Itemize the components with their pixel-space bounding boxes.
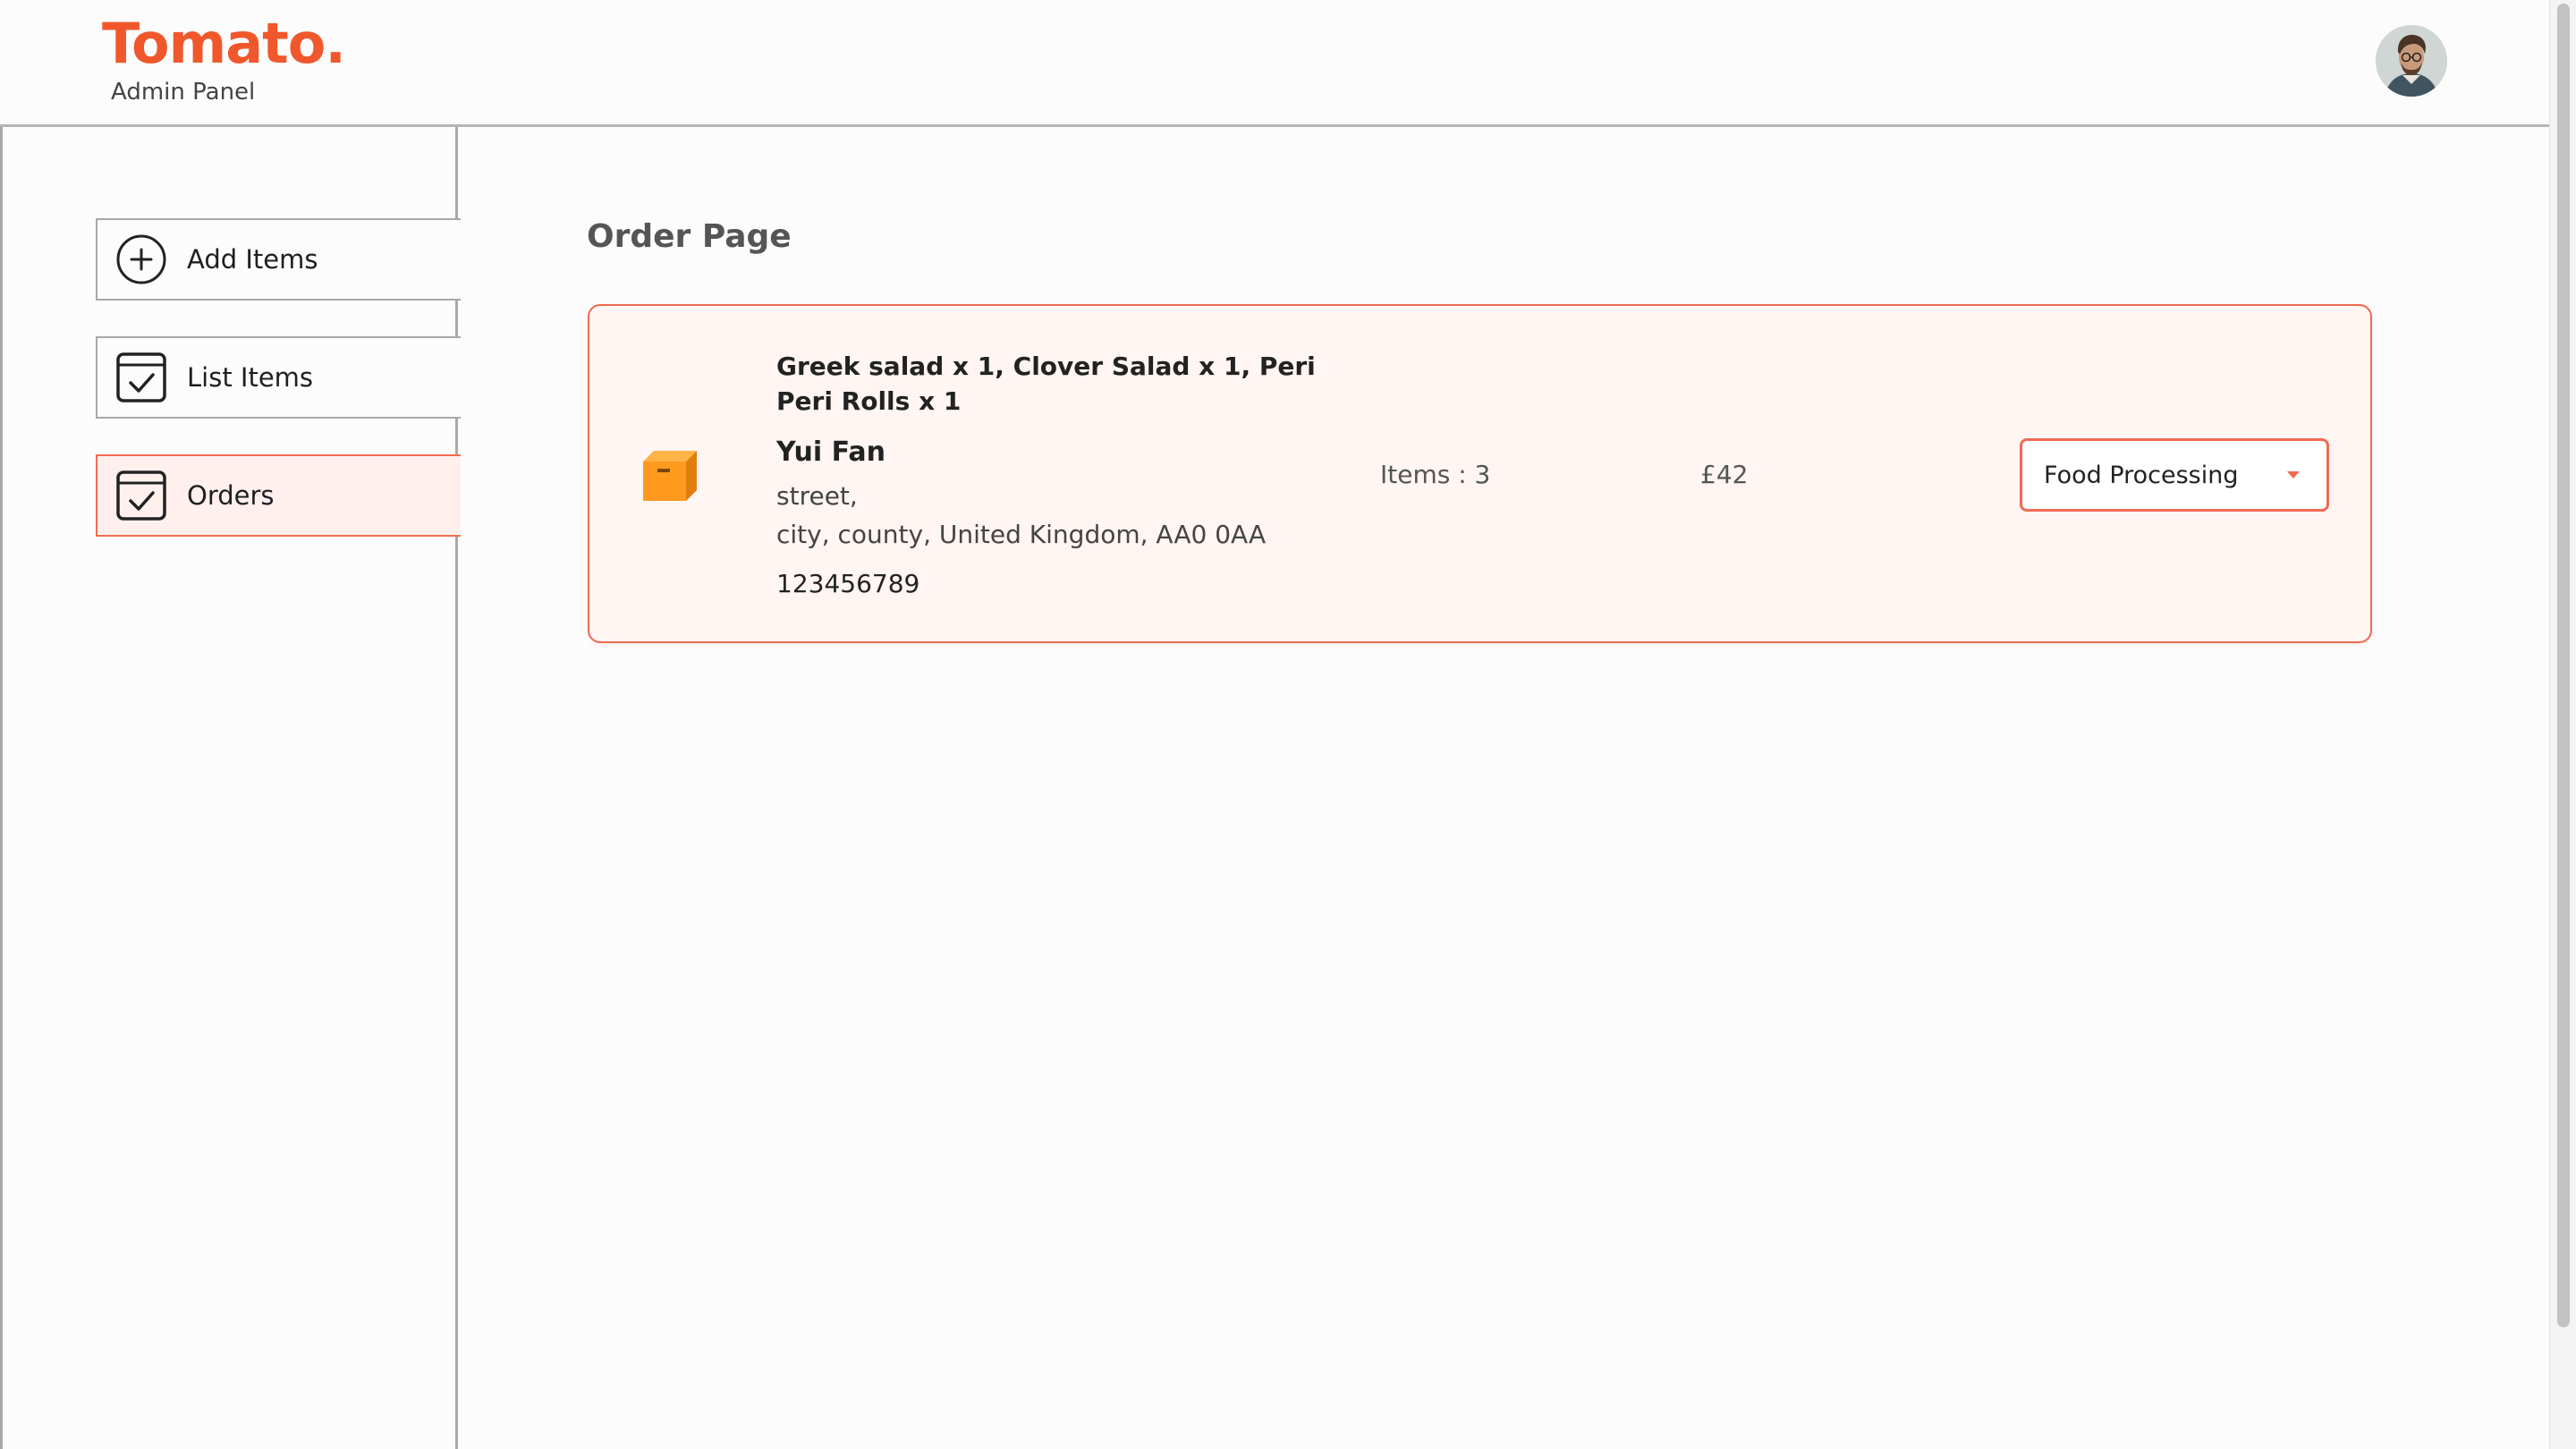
order-status-value: Food Processing: [2044, 461, 2239, 489]
items-count: Items : 3: [1380, 460, 1491, 489]
sidebar-item-list-items[interactable]: List Items: [96, 336, 461, 419]
sidebar-item-orders[interactable]: Orders: [96, 454, 461, 537]
address-line-1: street,: [776, 481, 858, 511]
customer-name: Yui Fan: [776, 436, 886, 468]
sidebar-item-label: List Items: [187, 362, 314, 393]
sidebar-item-label: Add Items: [187, 244, 318, 275]
logo[interactable]: Tomato.: [102, 16, 346, 72]
address-line-2: city, county, United Kingdom, AA0 0AA: [776, 520, 1267, 549]
checkbox-icon: [115, 470, 167, 521]
order-amount: £42: [1700, 460, 1749, 489]
sidebar-item-add-items[interactable]: Add Items: [96, 218, 461, 301]
parcel-icon: [640, 445, 699, 504]
sidebar: Add Items List Items Orders: [0, 127, 461, 1449]
customer-phone: 123456789: [776, 569, 920, 598]
plus-circle-icon: [115, 233, 167, 285]
vertical-scrollbar[interactable]: [2549, 0, 2576, 1449]
sidebar-item-label: Orders: [187, 480, 275, 511]
order-card: Greek salad x 1, Clover Salad x 1, Peri …: [588, 304, 2372, 643]
top-bar: Tomato. Admin Panel: [0, 0, 2549, 127]
scrollbar-thumb[interactable]: [2557, 4, 2570, 1327]
logo-subtitle: Admin Panel: [111, 79, 256, 106]
user-avatar-icon: [2376, 25, 2447, 97]
page-title: Order Page: [587, 218, 792, 255]
checkbox-icon: [115, 352, 167, 403]
chevron-down-icon: [2287, 471, 2300, 479]
order-items: Greek salad x 1, Clover Salad x 1, Peri …: [776, 352, 1316, 416]
avatar[interactable]: [2376, 25, 2447, 97]
order-status-select[interactable]: Food Processing: [2020, 438, 2329, 512]
